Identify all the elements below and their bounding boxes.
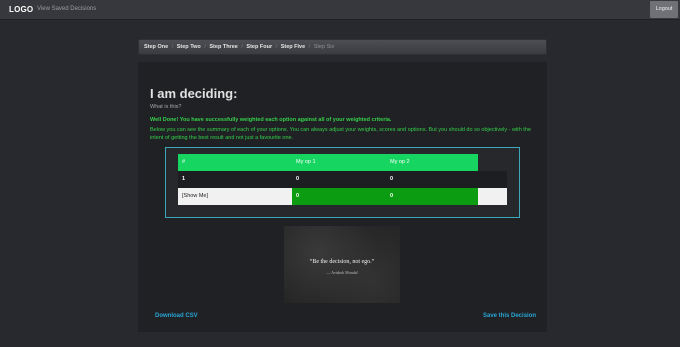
breadcrumb-separator: /: [204, 44, 206, 50]
success-body: Below you can see the summary of each of…: [150, 127, 531, 141]
table-row: [Show Me] 0 0: [178, 188, 507, 205]
table-row: 1 0 0: [178, 171, 507, 188]
breadcrumb-separator: /: [241, 44, 243, 50]
quote-author: — Avishek Mondal: [326, 270, 358, 275]
table-cell: 1: [182, 176, 186, 182]
top-navbar: LOGO View Saved Decisions Logout: [0, 0, 680, 20]
decision-panel: I am deciding: What is this? Well Done! …: [138, 62, 547, 332]
table-cell-highlight: 0: [292, 188, 386, 205]
table-header-cell: My op 2: [390, 159, 410, 165]
breadcrumb-step-three[interactable]: Step Three: [209, 44, 237, 50]
table-header-row: # My op 1 My op 2: [178, 154, 478, 171]
table-cell-highlight: 0: [386, 188, 478, 205]
breadcrumb-step-six: Step Six: [313, 44, 335, 50]
breadcrumb-step-five[interactable]: Step Five: [281, 44, 305, 50]
breadcrumb-separator: /: [275, 44, 278, 50]
save-decision-link[interactable]: Save this Decision: [483, 313, 536, 319]
page-title: I am deciding:: [150, 86, 238, 101]
breadcrumb-step-four[interactable]: Step Four: [246, 44, 272, 50]
logo[interactable]: LOGO: [9, 5, 33, 14]
breadcrumb-separator: /: [308, 44, 311, 50]
table-cell: 0: [296, 176, 300, 182]
what-is-this-text: What is this?: [150, 104, 182, 110]
table-header-cell: My op 1: [296, 159, 316, 165]
view-saved-decisions-link[interactable]: View Saved Decisions: [37, 6, 96, 12]
logout-button[interactable]: Logout: [650, 1, 678, 18]
breadcrumb-step-one[interactable]: Step One: [144, 44, 168, 50]
quote-text: “Be the decision, not ego.”: [309, 259, 375, 265]
breadcrumb-separator: /: [171, 44, 174, 50]
table-header-cell: #: [182, 159, 186, 165]
breadcrumb-step-two[interactable]: Step Two: [177, 44, 201, 50]
summary-table: # My op 1 My op 2 1 0 0 [Show Me] 0 0: [165, 147, 520, 218]
success-title: Well Done! You have successfully weighte…: [150, 117, 392, 123]
table-cell: 0: [390, 176, 394, 182]
show-me-button[interactable]: [Show Me]: [178, 188, 292, 205]
breadcrumb: Step One / Step Two / Step Three / Step …: [138, 39, 547, 55]
quote-image: “Be the decision, not ego.” — Avishek Mo…: [284, 226, 400, 303]
download-csv-link[interactable]: Download CSV: [155, 313, 198, 319]
